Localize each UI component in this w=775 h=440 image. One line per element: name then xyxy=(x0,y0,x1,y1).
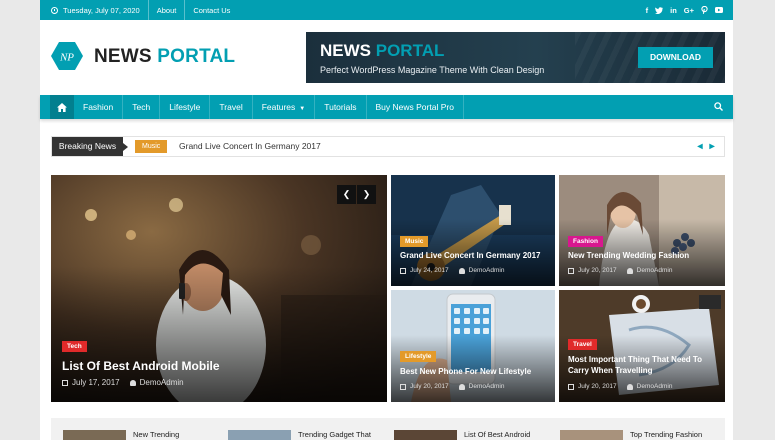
pinterest-icon[interactable] xyxy=(701,6,708,14)
post-date: July 17, 2017 xyxy=(72,378,120,387)
nav-item-tech[interactable]: Tech xyxy=(123,95,161,119)
about-link[interactable]: About xyxy=(157,6,177,15)
list-item[interactable]: Top Trending Fashion xyxy=(560,430,702,440)
download-button[interactable]: DOWNLOAD xyxy=(638,47,713,68)
slider-prev-button[interactable]: ❮ xyxy=(337,185,356,204)
chevron-down-icon: ▼ xyxy=(299,106,306,112)
category-badge[interactable]: Travel xyxy=(568,339,597,350)
home-button[interactable] xyxy=(50,95,74,119)
current-date: Tuesday, July 07, 2020 xyxy=(63,5,140,15)
google-plus-icon[interactable]: G+ xyxy=(684,6,694,15)
category-badge[interactable]: Tech xyxy=(62,341,87,352)
post-meta: July 20, 2017 DemoAdmin xyxy=(568,267,672,274)
nav-item-features[interactable]: Features ▼ xyxy=(253,95,316,119)
featured-slider[interactable]: ❮ ❯ Tech List Of Best Android Mobile Jul… xyxy=(51,175,387,402)
logo-mark-text: NP xyxy=(59,52,74,64)
user-icon xyxy=(626,267,633,274)
ticker-category-badge[interactable]: Music xyxy=(135,140,168,153)
ticker-prev-icon[interactable]: ◂ xyxy=(695,140,705,153)
post-title[interactable]: Most Important Thing That Need To Carry … xyxy=(568,354,718,376)
user-icon xyxy=(458,383,465,390)
post-thumbnail xyxy=(560,430,623,440)
featured-title[interactable]: List Of Best Android Mobile xyxy=(62,359,220,373)
nav-item-lifestyle[interactable]: Lifestyle xyxy=(160,95,211,119)
category-badge[interactable]: Music xyxy=(400,236,429,247)
bottom-posts-strip: New Trending Trending Gadget That List O… xyxy=(51,418,725,440)
post-title[interactable]: List Of Best Android xyxy=(464,430,530,439)
calendar-icon xyxy=(568,267,574,274)
facebook-icon[interactable]: f xyxy=(646,6,649,15)
post-meta: July 24, 2017 DemoAdmin xyxy=(400,267,504,274)
post-title[interactable]: Grand Live Concert In Germany 2017 xyxy=(400,251,550,260)
post-meta: July 20, 2017 DemoAdmin xyxy=(400,383,504,390)
breaking-news-ticker: Breaking News Music Grand Live Concert I… xyxy=(51,136,725,157)
category-badge[interactable]: Fashion xyxy=(568,236,603,247)
home-icon xyxy=(57,102,67,112)
featured-meta: July 17, 2017 DemoAdmin xyxy=(62,378,184,387)
post-card[interactable]: Music Grand Live Concert In Germany 2017… xyxy=(391,175,555,286)
list-item[interactable]: New Trending xyxy=(63,430,179,440)
banner-title: NEWS PORTAL xyxy=(320,41,445,60)
slider-next-button[interactable]: ❯ xyxy=(357,185,376,204)
calendar-icon xyxy=(62,379,68,386)
nav-item-travel[interactable]: Travel xyxy=(210,95,253,119)
page-frame: Tuesday, July 07, 2020 About Contact Us … xyxy=(40,0,733,440)
top-bar: Tuesday, July 07, 2020 About Contact Us … xyxy=(40,0,733,20)
logo-name-part1: NEWS xyxy=(94,46,152,67)
calendar-icon xyxy=(568,383,574,390)
user-icon xyxy=(626,383,633,390)
post-card[interactable]: Lifestyle Best New Phone For New Lifesty… xyxy=(391,290,555,402)
clock-icon xyxy=(51,6,58,14)
post-title[interactable]: New Trending xyxy=(133,430,179,439)
post-title[interactable]: Best New Phone For New Lifestyle xyxy=(400,367,550,376)
nav-item-buy-pro[interactable]: Buy News Portal Pro xyxy=(367,95,464,119)
post-card[interactable]: Fashion New Trending Wedding Fashion Jul… xyxy=(559,175,725,286)
post-meta: July 20, 2017 DemoAdmin xyxy=(568,383,672,390)
calendar-icon xyxy=(400,267,406,274)
user-icon xyxy=(129,379,136,386)
category-badge[interactable]: Lifestyle xyxy=(400,351,437,362)
nav-item-fashion[interactable]: Fashion xyxy=(74,95,124,119)
post-card[interactable]: Travel Most Important Thing That Need To… xyxy=(559,290,725,402)
logo-name-part2: PORTAL xyxy=(157,46,236,67)
post-title[interactable]: Trending Gadget That xyxy=(298,430,371,439)
header-ad-banner[interactable]: NEWS PORTAL Perfect WordPress Magazine T… xyxy=(306,32,725,83)
social-links: f in G+ xyxy=(646,0,723,20)
main-navigation: Fashion Tech Lifestyle Travel Features ▼ … xyxy=(40,95,733,119)
post-thumbnail xyxy=(63,430,126,440)
list-item[interactable]: Trending Gadget That xyxy=(228,430,371,440)
post-title[interactable]: New Trending Wedding Fashion xyxy=(568,251,720,260)
linkedin-icon[interactable]: in xyxy=(670,6,677,15)
contact-link[interactable]: Contact Us xyxy=(193,6,230,15)
logo-hexagon-icon[interactable]: NP xyxy=(51,42,83,70)
site-logo[interactable]: NEWS PORTAL xyxy=(94,46,235,68)
post-author[interactable]: DemoAdmin xyxy=(140,378,184,387)
search-icon[interactable] xyxy=(714,102,723,111)
post-title[interactable]: Top Trending Fashion xyxy=(630,430,702,439)
post-thumbnail xyxy=(394,430,457,440)
twitter-icon[interactable] xyxy=(655,6,664,14)
list-item[interactable]: List Of Best Android xyxy=(394,430,530,440)
user-icon xyxy=(458,267,465,274)
ticker-next-icon[interactable]: ▸ xyxy=(707,140,717,153)
post-thumbnail xyxy=(228,430,291,440)
calendar-icon xyxy=(400,383,406,390)
breaking-news-label: Breaking News xyxy=(52,137,128,156)
nav-item-tutorials[interactable]: Tutorials xyxy=(315,95,367,119)
ticker-headline[interactable]: Grand Live Concert In Germany 2017 xyxy=(179,137,321,156)
youtube-icon[interactable] xyxy=(715,7,723,13)
banner-subtitle: Perfect WordPress Magazine Theme With Cl… xyxy=(320,65,545,75)
